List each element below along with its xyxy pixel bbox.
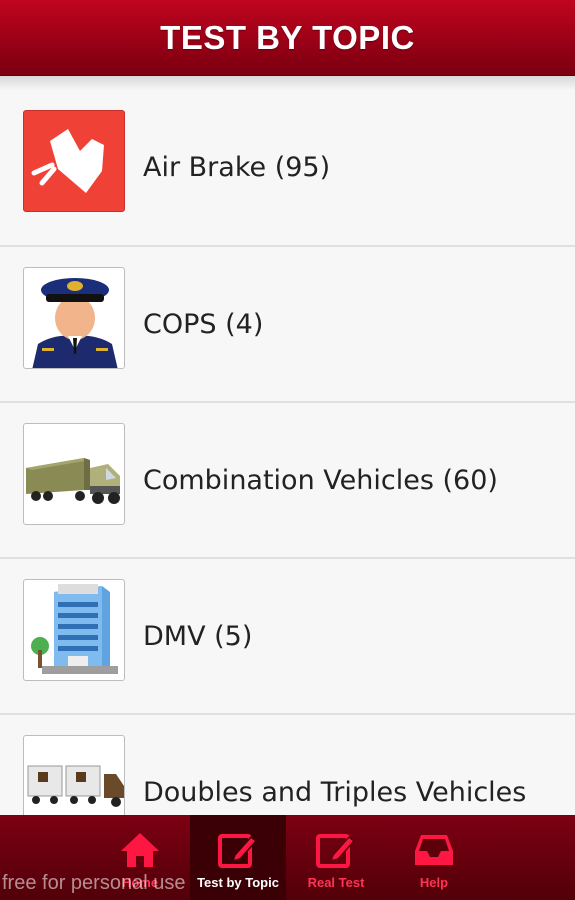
tab-test-by-topic[interactable]: Test by Topic [190, 815, 286, 900]
police-officer-icon [23, 267, 125, 369]
dmv-building-icon [23, 579, 125, 681]
list-item-cops[interactable]: COPS (4) [0, 247, 575, 403]
tab-label: Test by Topic [197, 875, 279, 890]
topic-label: DMV (5) [143, 621, 253, 652]
app-header: TEST BY TOPIC [0, 0, 575, 76]
double-trailer-truck-icon [23, 735, 125, 815]
air-brake-icon [23, 110, 125, 212]
tab-label: Help [419, 875, 449, 890]
tab-help[interactable]: Help [386, 815, 482, 900]
tab-real-test[interactable]: Real Test [288, 815, 384, 900]
edit-icon [316, 834, 356, 868]
list-item-combination-vehicles[interactable]: Combination Vehicles (60) [0, 403, 575, 559]
topic-label: Air Brake (95) [143, 152, 331, 183]
topic-label: Combination Vehicles (60) [143, 465, 498, 496]
inbox-icon [415, 835, 453, 865]
edit-icon [218, 834, 258, 868]
watermark-text: free for personal use [2, 872, 186, 894]
page-title: TEST BY TOPIC [160, 18, 415, 56]
header-shadow [0, 76, 575, 90]
tab-label: Real Test [307, 875, 365, 890]
topic-label: COPS (4) [143, 309, 264, 340]
list-item-air-brake[interactable]: Air Brake (95) [0, 90, 575, 247]
topic-list: Air Brake (95) COPS (4) Combination Vehi… [0, 90, 575, 815]
list-item-doubles-triples[interactable]: Doubles and Triples Vehicles [0, 715, 575, 815]
home-icon [121, 833, 159, 867]
list-item-dmv[interactable]: DMV (5) [0, 559, 575, 715]
topic-label: Doubles and Triples Vehicles [143, 777, 527, 808]
semi-truck-icon [23, 423, 125, 525]
